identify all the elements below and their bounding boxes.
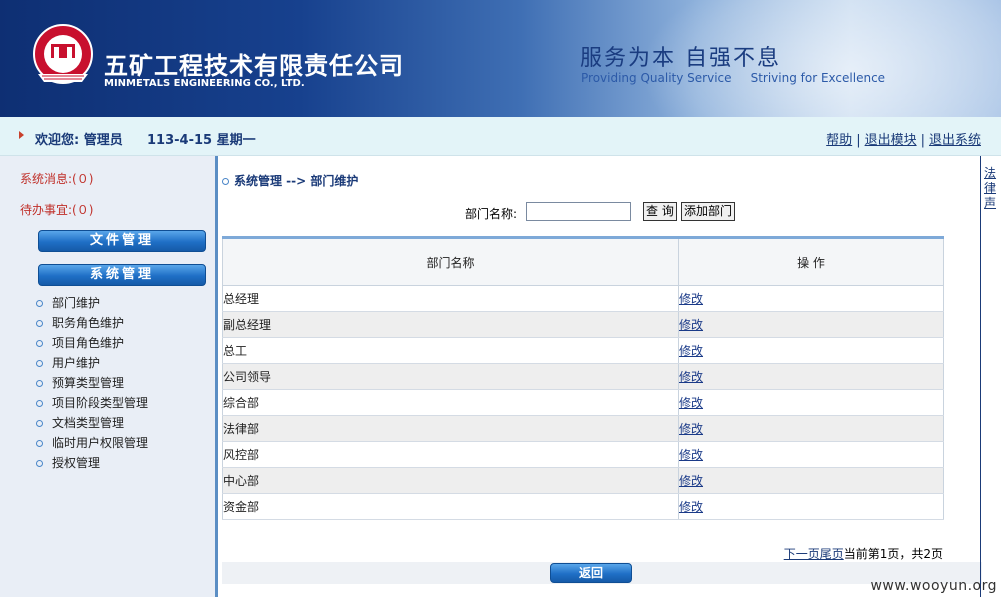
welcome-bar: 欢迎您: 管理员 113-4-15 星期一 帮助 | 退出模块 | 退出系统 — [0, 117, 1001, 156]
table-row: 副总经理 修改 — [222, 311, 944, 338]
dept-name-cell: 中心部 — [222, 467, 679, 494]
edit-link[interactable]: 修改 — [679, 500, 703, 514]
dept-name-cell: 综合部 — [222, 389, 679, 416]
top-links: 帮助 | 退出模块 | 退出系统 — [826, 133, 981, 148]
circle-bullet-icon — [36, 380, 43, 387]
table-row: 资金部 修改 — [222, 493, 944, 520]
sidebar-item-label: 职务角色维护 — [52, 316, 125, 330]
dept-name-label: 部门名称: — [465, 207, 518, 221]
sidebar-item-users[interactable]: 用户维护 — [36, 353, 148, 373]
help-link[interactable]: 帮助 — [826, 133, 852, 148]
triangle-right-icon — [19, 131, 24, 139]
pagination: 下一页尾页当前第1页，共2页 — [784, 545, 943, 562]
sidebar-item-label: 项目阶段类型管理 — [52, 396, 149, 410]
breadcrumb: 系统管理 --> 部门维护 — [222, 172, 358, 189]
sidebar-item-dept[interactable]: 部门维护 — [36, 293, 148, 313]
col-dept-name: 部门名称 — [222, 237, 679, 286]
next-last-page-link[interactable]: 下一页尾页 — [784, 547, 844, 561]
circle-bullet-icon — [36, 320, 43, 327]
todo-link[interactable]: 待办事宜:(０) — [20, 201, 93, 218]
edit-link[interactable]: 修改 — [679, 292, 703, 306]
table-row: 总经理 修改 — [222, 285, 944, 312]
sidebar-item-authorization[interactable]: 授权管理 — [36, 453, 148, 473]
edit-link[interactable]: 修改 — [679, 422, 703, 436]
edit-link[interactable]: 修改 — [679, 474, 703, 488]
right-divider — [980, 156, 981, 597]
legal-notice-link[interactable]: 法律声 — [984, 166, 998, 211]
back-button[interactable]: 返回 — [550, 563, 632, 583]
page-status: 当前第1页，共2页 — [843, 547, 943, 561]
circle-bullet-icon — [36, 460, 43, 467]
edit-link[interactable]: 修改 — [679, 448, 703, 462]
sidebar: 系统消息:(０) 待办事宜:(０) 文件管理 系统管理 部门维护 职务角色维护 … — [0, 156, 215, 597]
sidebar-item-budget-type[interactable]: 预算类型管理 — [36, 373, 148, 393]
sidebar-item-label: 文档类型管理 — [52, 416, 125, 430]
exit-system-link[interactable]: 退出系统 — [929, 133, 981, 148]
query-button[interactable]: 查 询 — [643, 202, 677, 221]
system-submenu: 部门维护 职务角色维护 项目角色维护 用户维护 预算类型管理 项目阶段类型管理 … — [36, 293, 148, 473]
sidebar-divider — [215, 156, 218, 597]
breadcrumb-text: 系统管理 --> 部门维护 — [234, 174, 359, 188]
current-date: 113-4-15 星期一 — [147, 133, 256, 148]
circle-bullet-icon — [36, 440, 43, 447]
circle-bullet-icon — [36, 420, 43, 427]
circle-bullet-icon — [36, 400, 43, 407]
sidebar-item-label: 部门维护 — [52, 296, 101, 310]
file-management-button[interactable]: 文件管理 — [38, 230, 206, 252]
dept-name-cell: 副总经理 — [222, 311, 679, 338]
table-row: 中心部 修改 — [222, 467, 944, 494]
circle-bullet-icon — [36, 300, 43, 307]
sidebar-item-label: 预算类型管理 — [52, 376, 125, 390]
system-management-button[interactable]: 系统管理 — [38, 264, 206, 286]
dept-name-cell: 风控部 — [222, 441, 679, 468]
sidebar-item-label: 授权管理 — [52, 456, 101, 470]
sidebar-item-temp-user-perm[interactable]: 临时用户权限管理 — [36, 433, 148, 453]
add-dept-button[interactable]: 添加部门 — [681, 202, 736, 221]
edit-link[interactable]: 修改 — [679, 318, 703, 332]
dept-name-cell: 总经理 — [222, 285, 679, 312]
edit-link[interactable]: 修改 — [679, 370, 703, 384]
col-actions: 操 作 — [678, 237, 944, 286]
slogan-en: Providing Quality Service Striving for E… — [581, 71, 886, 85]
circle-bullet-icon — [36, 340, 43, 347]
table-row: 风控部 修改 — [222, 441, 944, 468]
table-row: 总工 修改 — [222, 337, 944, 364]
dept-name-input[interactable] — [526, 202, 631, 221]
company-name-cn: 五矿工程技术有限责任公司 — [104, 52, 404, 80]
dept-name-cell: 公司领导 — [222, 363, 679, 390]
system-messages-link[interactable]: 系统消息:(０) — [20, 170, 93, 187]
edit-link[interactable]: 修改 — [679, 344, 703, 358]
sidebar-item-doc-type[interactable]: 文档类型管理 — [36, 413, 148, 433]
table-row: 公司领导 修改 — [222, 363, 944, 390]
watermark: www.wooyun.org — [870, 578, 997, 594]
sidebar-item-project-role[interactable]: 项目角色维护 — [36, 333, 148, 353]
exit-module-link[interactable]: 退出模块 — [865, 133, 917, 148]
table-row: 综合部 修改 — [222, 389, 944, 416]
table-header-row: 部门名称 操 作 — [222, 237, 944, 286]
dept-name-cell: 总工 — [222, 337, 679, 364]
sidebar-item-position-role[interactable]: 职务角色维护 — [36, 313, 148, 333]
edit-link[interactable]: 修改 — [679, 396, 703, 410]
sidebar-item-label: 临时用户权限管理 — [52, 436, 149, 450]
header-banner: 五矿工程技术有限责任公司 MINMETALS ENGINEERING CO., … — [0, 0, 1001, 117]
company-name-en: MINMETALS ENGINEERING CO., LTD. — [104, 78, 305, 89]
dept-name-cell: 资金部 — [222, 493, 679, 520]
minmetals-logo-icon — [33, 24, 93, 84]
sidebar-item-label: 用户维护 — [52, 356, 101, 370]
slogan-cn: 服务为本 自强不息 — [580, 46, 781, 71]
circle-bullet-icon — [36, 360, 43, 367]
sidebar-item-label: 项目角色维护 — [52, 336, 125, 350]
welcome-greeting: 欢迎您: 管理员 — [35, 133, 123, 148]
circle-bullet-icon — [222, 178, 229, 185]
table-row: 法律部 修改 — [222, 415, 944, 442]
dept-name-cell: 法律部 — [222, 415, 679, 442]
dept-table: 部门名称 操 作 总经理 修改 副总经理 修改 总工 修改 公司领导 修改 综合部 修改 … — [222, 236, 944, 520]
sidebar-item-project-phase[interactable]: 项目阶段类型管理 — [36, 393, 148, 413]
